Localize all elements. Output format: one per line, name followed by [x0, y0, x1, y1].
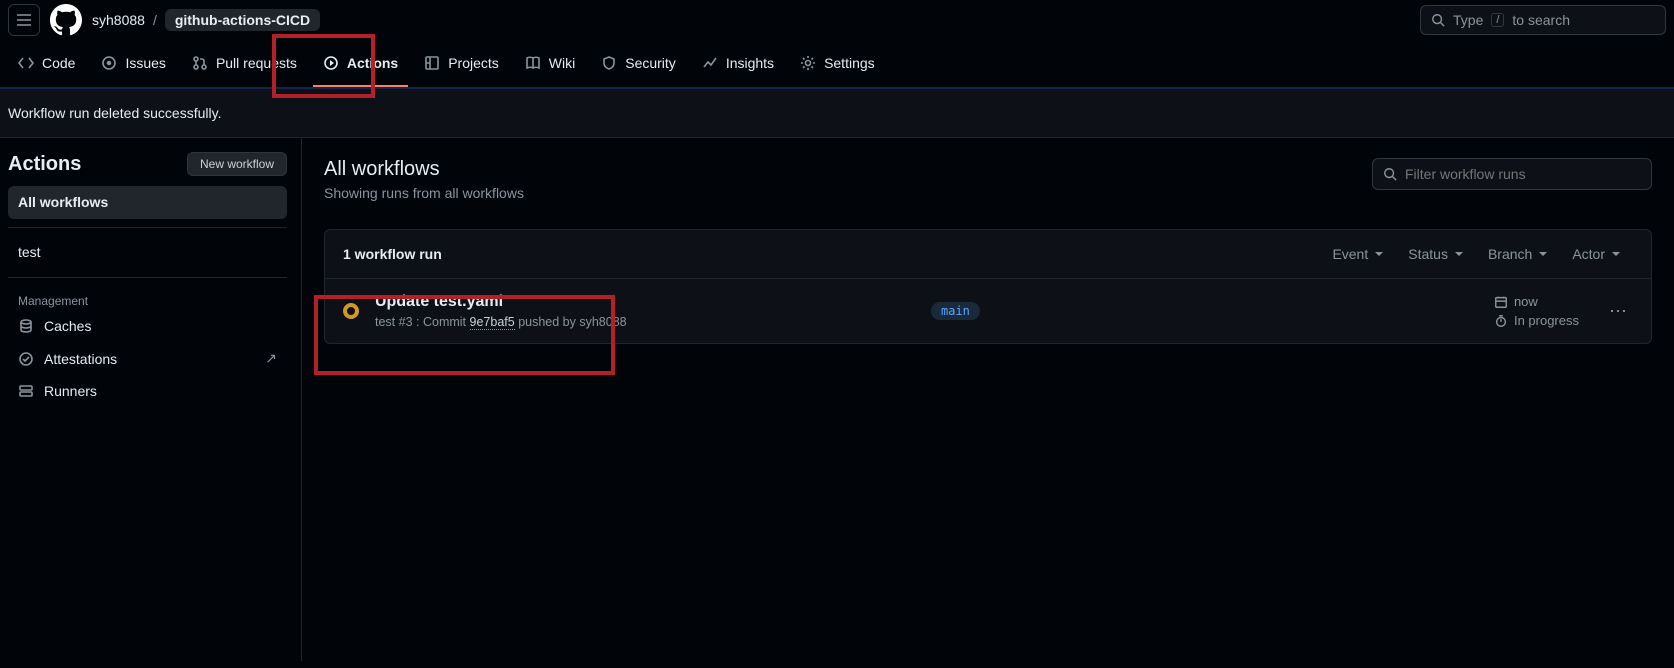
- run-menu-button[interactable]: ⋯: [1605, 301, 1633, 322]
- sidebar-item-label: Attestations: [44, 351, 117, 367]
- divider: [8, 227, 287, 228]
- caret-down-icon: [1538, 249, 1548, 259]
- issues-icon: [101, 55, 117, 71]
- filter-label: Event: [1332, 246, 1368, 262]
- divider: [8, 277, 287, 278]
- filter-runs-field[interactable]: [1405, 166, 1641, 182]
- page-title: All workflows: [324, 158, 524, 181]
- tab-projects[interactable]: Projects: [414, 41, 509, 87]
- sidebar-title: Actions: [8, 153, 81, 176]
- new-workflow-button[interactable]: New workflow: [187, 152, 287, 176]
- sidebar-item-label: Runners: [44, 383, 97, 399]
- stopwatch-icon: [1494, 314, 1508, 328]
- code-icon: [18, 55, 34, 71]
- tab-pr-label: Pull requests: [216, 55, 297, 71]
- filter-label: Branch: [1488, 246, 1532, 262]
- tab-code-label: Code: [42, 55, 75, 71]
- sidebar: Actions New workflow All workflows test …: [0, 138, 302, 661]
- status-in-progress-icon: [343, 303, 359, 319]
- run-time: now: [1514, 294, 1538, 309]
- sidebar-item-all-workflows[interactable]: All workflows: [8, 186, 287, 219]
- verified-icon: [18, 351, 34, 367]
- filter-label: Status: [1408, 246, 1448, 262]
- breadcrumb-repo[interactable]: github-actions-CICD: [165, 9, 320, 31]
- filter-runs-input[interactable]: [1372, 158, 1652, 190]
- search-placeholder-pre: Type: [1453, 12, 1483, 28]
- filter-status[interactable]: Status: [1396, 246, 1476, 262]
- sidebar-item-caches[interactable]: Caches: [8, 310, 287, 342]
- caret-down-icon: [1374, 249, 1384, 259]
- tab-wiki-label: Wiki: [549, 55, 575, 71]
- run-commit-sha[interactable]: 9e7baf5: [470, 315, 515, 330]
- workflow-run-row[interactable]: Update test.yaml test #3 : Commit 9e7baf…: [325, 279, 1651, 343]
- filter-branch[interactable]: Branch: [1476, 246, 1560, 262]
- sidebar-item-attestations[interactable]: Attestations ↗: [8, 342, 287, 375]
- sidebar-item-workflow-test[interactable]: test: [8, 236, 287, 269]
- graph-icon: [702, 55, 718, 71]
- tab-projects-label: Projects: [448, 55, 499, 71]
- breadcrumb: syh8088 / github-actions-CICD: [92, 9, 320, 31]
- tab-insights[interactable]: Insights: [692, 41, 784, 87]
- sidebar-section-management: Management: [8, 286, 287, 310]
- search-icon: [1383, 167, 1397, 181]
- run-commit-prefix: : Commit: [416, 315, 469, 329]
- run-workflow-name: test: [375, 315, 395, 329]
- sidebar-item-runners[interactable]: Runners: [8, 375, 287, 407]
- play-icon: [323, 55, 339, 71]
- run-subtitle: test #3 : Commit 9e7baf5 pushed by syh80…: [375, 315, 915, 329]
- github-logo-icon[interactable]: [50, 4, 82, 36]
- tab-settings[interactable]: Settings: [790, 41, 885, 87]
- tab-code[interactable]: Code: [8, 41, 85, 87]
- run-duration: In progress: [1514, 313, 1579, 328]
- gear-icon: [800, 55, 816, 71]
- flash-text: Workflow run deleted successfully.: [8, 105, 1666, 121]
- pull-request-icon: [192, 55, 208, 71]
- caret-down-icon: [1454, 249, 1464, 259]
- run-number: #3: [399, 315, 413, 329]
- database-icon: [18, 318, 34, 334]
- menu-toggle[interactable]: [8, 4, 40, 36]
- book-icon: [525, 55, 541, 71]
- tab-actions[interactable]: Actions: [313, 41, 408, 87]
- tab-security[interactable]: Security: [591, 41, 686, 87]
- filter-event[interactable]: Event: [1320, 246, 1396, 262]
- breadcrumb-owner[interactable]: syh8088: [92, 12, 145, 28]
- page-subtitle: Showing runs from all workflows: [324, 185, 524, 201]
- tab-wiki[interactable]: Wiki: [515, 41, 585, 87]
- server-icon: [18, 383, 34, 399]
- run-title[interactable]: Update test.yaml: [375, 293, 915, 311]
- tab-pull-requests[interactable]: Pull requests: [182, 41, 307, 87]
- projects-icon: [424, 55, 440, 71]
- run-pushed-by-prefix: pushed by: [518, 315, 579, 329]
- run-meta: now In progress: [1494, 294, 1589, 328]
- tab-issues-label: Issues: [125, 55, 165, 71]
- search-kbd: /: [1491, 13, 1504, 27]
- main-content: All workflows Showing runs from all work…: [302, 138, 1674, 661]
- hamburger-icon: [16, 12, 32, 28]
- search-placeholder-post: to search: [1512, 12, 1570, 28]
- workflow-runs-box: 1 workflow run Event Status Branch Actor: [324, 229, 1652, 344]
- breadcrumb-separator: /: [153, 12, 157, 28]
- run-count: 1 workflow run: [343, 246, 1320, 262]
- tab-insights-label: Insights: [726, 55, 774, 71]
- filter-actor[interactable]: Actor: [1560, 246, 1633, 262]
- external-link-icon: ↗: [265, 350, 277, 367]
- run-actor: syh8088: [579, 315, 626, 329]
- calendar-icon: [1494, 295, 1508, 309]
- tab-actions-label: Actions: [347, 55, 398, 71]
- sidebar-item-label: Caches: [44, 318, 91, 334]
- tab-settings-label: Settings: [824, 55, 875, 71]
- tab-security-label: Security: [625, 55, 676, 71]
- global-search[interactable]: Type / to search: [1420, 5, 1666, 35]
- filter-label: Actor: [1572, 246, 1605, 262]
- tab-issues[interactable]: Issues: [91, 41, 175, 87]
- branch-badge[interactable]: main: [931, 302, 980, 320]
- repo-nav: Code Issues Pull requests Actions Projec…: [0, 40, 1674, 88]
- flash-banner: Workflow run deleted successfully.: [0, 88, 1674, 138]
- shield-icon: [601, 55, 617, 71]
- search-icon: [1431, 13, 1445, 27]
- caret-down-icon: [1611, 249, 1621, 259]
